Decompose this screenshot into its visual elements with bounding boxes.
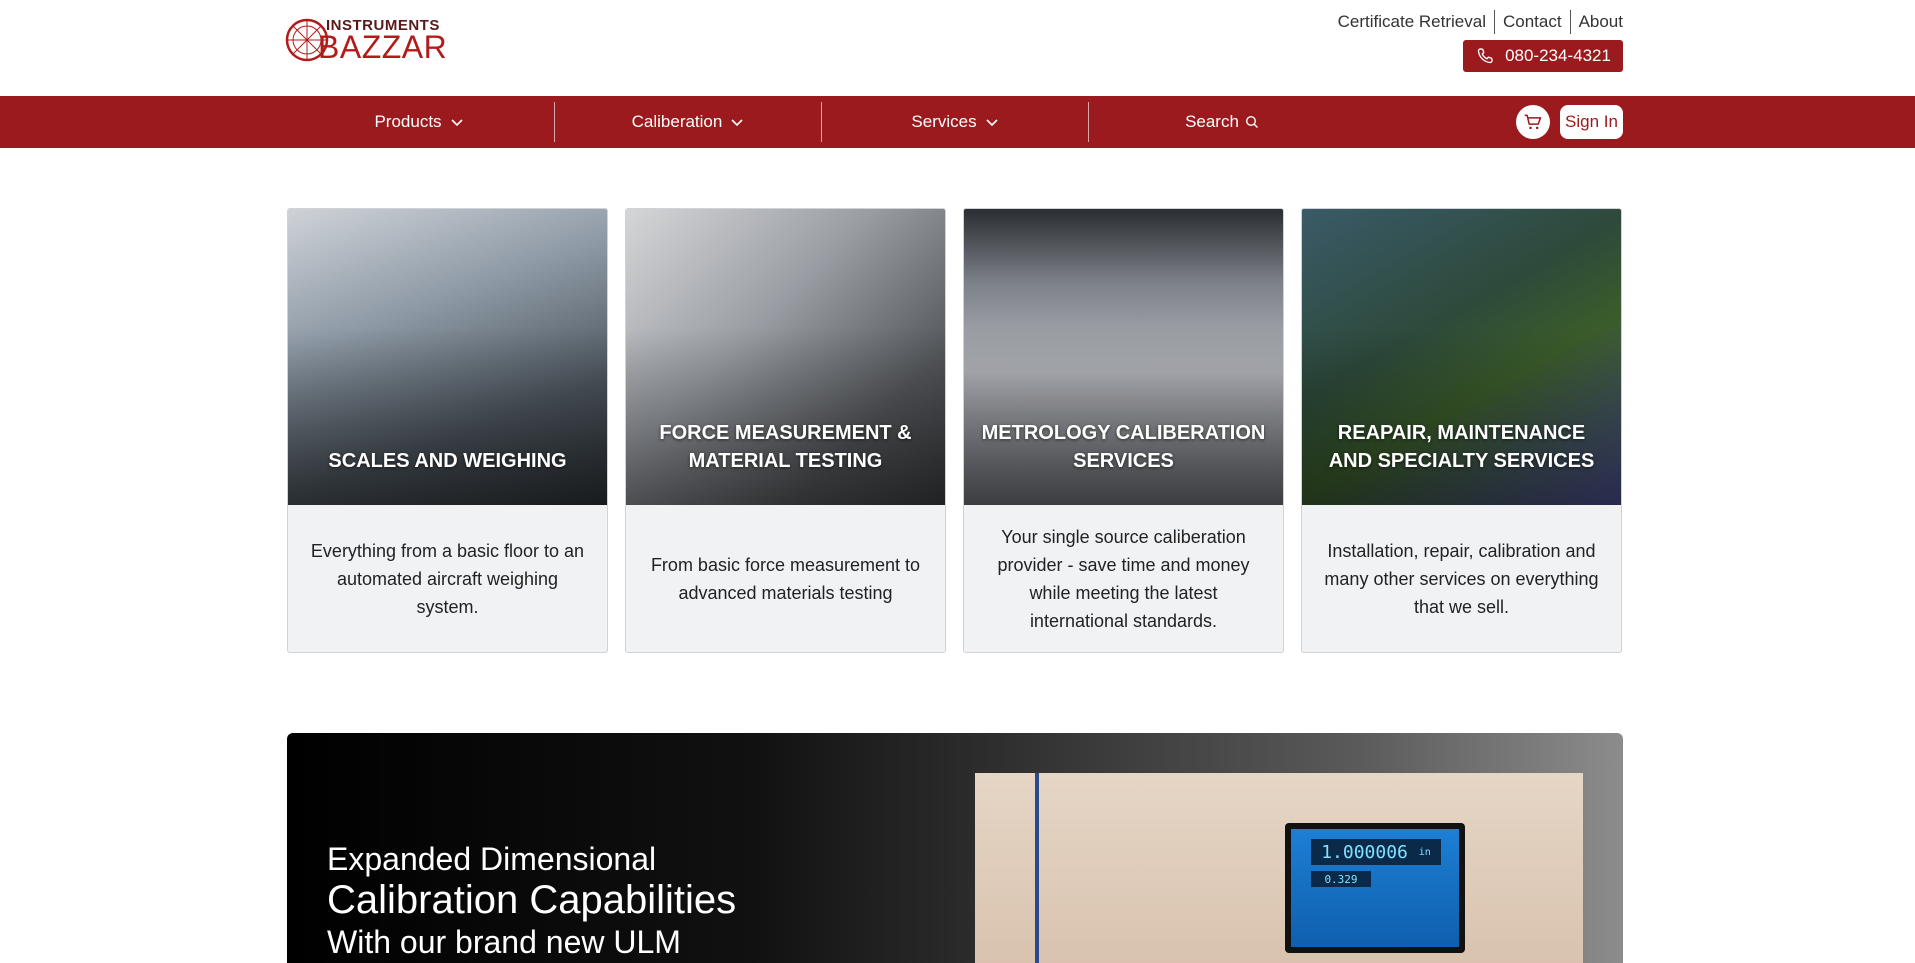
chevron-down-icon: [731, 119, 743, 127]
main-nav: Products Caliberation Services Search Si…: [0, 96, 1915, 148]
phone-button[interactable]: 080-234-4321: [1463, 40, 1623, 72]
phone-number: 080-234-4321: [1505, 46, 1611, 65]
card-title: REAPAIR, MAINTENANCE AND SPECIALTY SERVI…: [1328, 422, 1595, 472]
card-force[interactable]: FORCE MEASUREMENT & MATERIAL TESTING Fro…: [625, 208, 946, 653]
card-title: SCALES AND WEIGHING: [328, 450, 567, 472]
screen-reading: 1.000006 in: [1311, 839, 1441, 865]
nav-products-label: Products: [374, 112, 442, 131]
nav-caliberation[interactable]: Caliberation: [555, 96, 821, 148]
chevron-down-icon: [986, 119, 998, 127]
top-links: Certificate Retrieval Contact About: [1330, 10, 1623, 34]
logo-text-main: BAZZAR: [318, 28, 448, 65]
site-header: INSTRUMENTS BAZZAR Certificate Retrieval…: [0, 0, 1915, 96]
nav-search[interactable]: Search: [1089, 96, 1355, 148]
card-description: Your single source caliberation provider…: [997, 527, 1250, 631]
search-icon: [1245, 115, 1258, 128]
nav-caliberation-label: Caliberation: [631, 112, 723, 131]
monitor-image: 1.000006 in 0.329: [1285, 823, 1465, 953]
sign-in-button[interactable]: Sign In: [1560, 105, 1623, 139]
cart-icon: [1524, 114, 1542, 130]
banner-line-2: Calibration Capabilities: [327, 878, 737, 922]
nav-services[interactable]: Services: [822, 96, 1088, 148]
cart-button[interactable]: [1516, 105, 1550, 139]
banner-line-3: With our brand new ULM: [327, 924, 681, 960]
nav-products[interactable]: Products: [284, 96, 554, 148]
site-logo[interactable]: INSTRUMENTS BAZZAR: [284, 14, 447, 66]
about-link[interactable]: About: [1571, 10, 1623, 34]
card-image-repair: REAPAIR, MAINTENANCE AND SPECIALTY SERVI…: [1302, 209, 1621, 505]
promo-banner: Expanded Dimensional Calibration Capabil…: [287, 733, 1623, 963]
nav-search-label: Search: [1185, 112, 1239, 131]
card-title: METROLOGY CALIBERATION SERVICES: [981, 422, 1266, 472]
card-image-scales: SCALES AND WEIGHING: [288, 209, 607, 505]
card-image-metrology: METROLOGY CALIBERATION SERVICES: [964, 209, 1283, 505]
screen-small-reading: 0.329: [1311, 871, 1371, 887]
card-image-force: FORCE MEASUREMENT & MATERIAL TESTING: [626, 209, 945, 505]
banner-line-1: Expanded Dimensional: [327, 841, 657, 877]
card-description: From basic force measurement to advanced…: [650, 555, 921, 603]
measuring-pole: [1035, 773, 1039, 963]
card-metrology[interactable]: METROLOGY CALIBERATION SERVICES Your sin…: [963, 208, 1284, 653]
contact-link[interactable]: Contact: [1495, 10, 1570, 34]
card-scales[interactable]: SCALES AND WEIGHING Everything from a ba…: [287, 208, 608, 653]
card-title: FORCE MEASUREMENT & MATERIAL TESTING: [659, 422, 912, 472]
certificate-retrieval-link[interactable]: Certificate Retrieval: [1330, 10, 1494, 34]
service-cards: SCALES AND WEIGHING Everything from a ba…: [287, 208, 1622, 653]
banner-photo: 1.000006 in 0.329: [975, 773, 1583, 963]
phone-icon: [1477, 48, 1493, 64]
nav-services-label: Services: [911, 112, 977, 131]
card-repair[interactable]: REAPAIR, MAINTENANCE AND SPECIALTY SERVI…: [1301, 208, 1622, 653]
chevron-down-icon: [450, 119, 463, 127]
card-description: Everything from a basic floor to an auto…: [310, 541, 585, 617]
card-description: Installation, repair, calibration and ma…: [1324, 541, 1599, 617]
